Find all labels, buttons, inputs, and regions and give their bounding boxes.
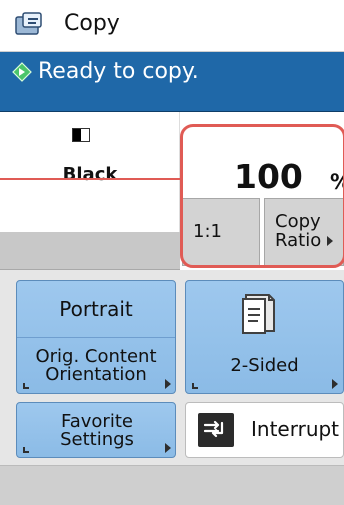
color-mode-panel[interactable]: Black (0, 112, 180, 232)
title-bar: Copy (0, 0, 344, 52)
portrait-orientation-button[interactable]: Portrait Orig. Content Orientation (16, 280, 176, 394)
favorite-settings-label-wrap: Favorite Settings (17, 403, 177, 459)
interrupt-button[interactable]: Interrupt (185, 402, 344, 458)
favorite-settings-button[interactable]: Favorite Settings (16, 402, 176, 458)
favorite-settings-label-line2: Settings (60, 429, 134, 450)
corner-mark-icon (192, 383, 198, 389)
chevron-right-icon (332, 379, 338, 389)
callout-line (0, 178, 182, 180)
ready-status-icon (12, 62, 32, 82)
two-sided-document-icon (238, 291, 280, 337)
bottom-bar (0, 465, 344, 505)
status-bar: Ready to copy. (0, 52, 344, 112)
interrupt-label: Interrupt (251, 417, 340, 441)
copy-document-icon (14, 10, 46, 40)
interrupt-arrow-icon (198, 413, 234, 447)
two-sided-label: 2-Sided (230, 354, 299, 376)
orientation-button-bottom[interactable]: Orig. Content Orientation (17, 338, 175, 394)
color-mode-label: Black (62, 164, 118, 185)
orientation-label-line2: Orientation (45, 364, 147, 385)
corner-mark-icon (23, 383, 29, 389)
two-sided-label-area: 2-Sided (186, 338, 343, 394)
portrait-label: Portrait (59, 297, 133, 321)
settings-strip (0, 232, 180, 270)
status-text: Ready to copy. (38, 59, 199, 84)
two-sided-button[interactable]: 2-Sided (185, 280, 344, 394)
black-mode-icon (72, 128, 90, 142)
portrait-button-top[interactable]: Portrait (17, 281, 175, 338)
corner-mark-icon (23, 447, 29, 453)
page-title: Copy (64, 11, 120, 36)
highlight-frame (180, 124, 344, 268)
chevron-right-icon (165, 379, 171, 389)
chevron-right-icon (165, 443, 171, 453)
